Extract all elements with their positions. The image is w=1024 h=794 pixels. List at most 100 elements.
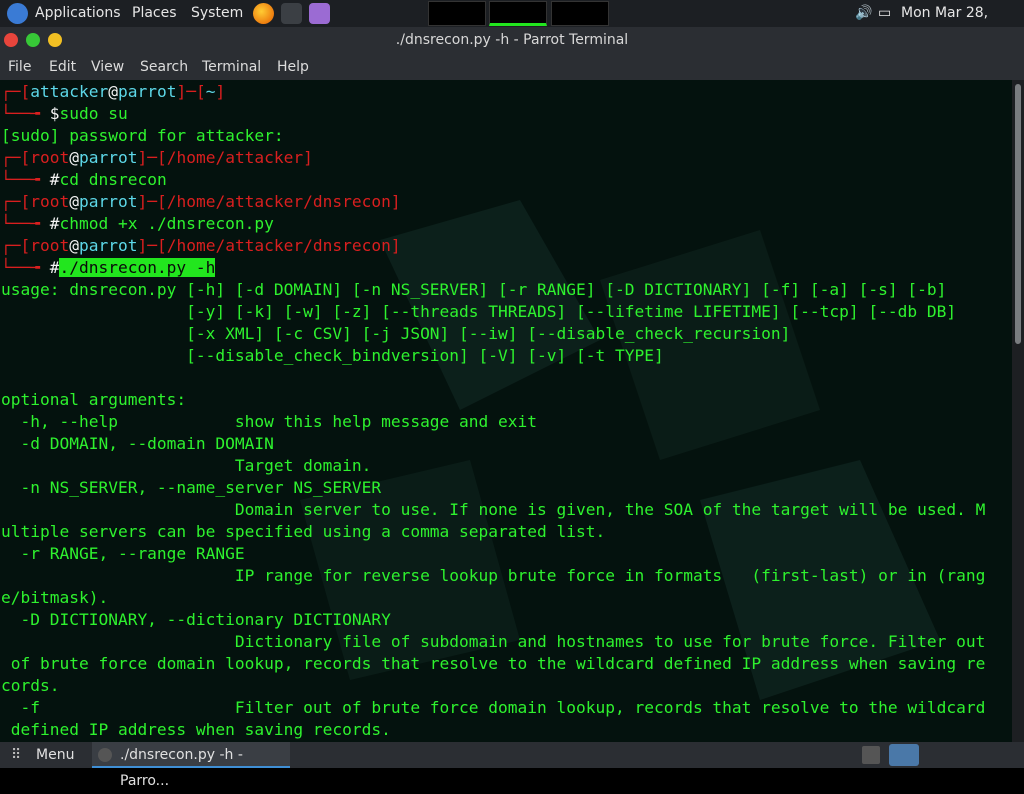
terminal-text: ultiple servers can be specified using a… bbox=[1, 522, 606, 541]
terminal-text: ┌─[ bbox=[1, 192, 31, 211]
terminal-text: cords. bbox=[1, 676, 60, 695]
terminal-text: /home/attacker/dnsrecon bbox=[166, 236, 391, 255]
places-menu[interactable]: Places bbox=[132, 0, 177, 27]
terminal-task-icon bbox=[98, 748, 112, 762]
terminal-text: sudo su bbox=[59, 104, 128, 123]
minimize-icon[interactable] bbox=[48, 33, 62, 47]
terminal-text: └──╼ bbox=[1, 214, 50, 233]
terminal-line: -f Filter out of brute force domain look… bbox=[1, 697, 985, 719]
workspace-3[interactable] bbox=[551, 1, 609, 26]
terminal-text: ┌─[ bbox=[1, 236, 31, 255]
terminal-line: ┌─[root@parrot]─[/home/attacker/dnsrecon… bbox=[1, 191, 401, 213]
terminal-text: -f Filter out of brute force domain look… bbox=[1, 698, 986, 717]
terminal-text: ./dnsrecon.py -h bbox=[59, 258, 216, 277]
terminal-text: of brute force domain lookup, records th… bbox=[1, 654, 986, 673]
terminal-line: -n NS_SERVER, --name_server NS_SERVER bbox=[1, 477, 381, 499]
terminal-text: Dictionary file of subdomain and hostnam… bbox=[1, 632, 986, 651]
bottom-panel: ⠿ Menu ./dnsrecon.py -h - Parro... bbox=[0, 742, 1024, 789]
terminal-line: e/bitmask). bbox=[1, 587, 108, 609]
terminal-line: defined IP address when saving records. bbox=[1, 719, 391, 741]
terminal-text: parrot bbox=[117, 82, 177, 101]
menu-terminal[interactable]: Terminal bbox=[202, 54, 261, 80]
terminal-text: Target domain. bbox=[1, 456, 372, 475]
terminal-text: root bbox=[30, 192, 70, 211]
terminal-text: ] bbox=[390, 236, 401, 255]
terminal-line: optional arguments: bbox=[1, 389, 186, 411]
terminal-line: IP range for reverse lookup brute force … bbox=[1, 565, 985, 587]
terminal-output[interactable]: ┌─[attacker@parrot]─[~] └──╼ $sudo su [sud… bbox=[0, 80, 1012, 742]
close-icon[interactable] bbox=[4, 33, 18, 47]
terminal-text: /home/attacker/dnsrecon bbox=[166, 192, 391, 211]
taskbar-task-label: ./dnsrecon.py -h - Parro... bbox=[120, 747, 243, 789]
terminal-line: ┌─[root@parrot]─[/home/attacker] bbox=[1, 147, 313, 169]
applications-menu[interactable]: Applications bbox=[35, 0, 121, 27]
terminal-text: ]─[ bbox=[137, 236, 167, 255]
menu-button[interactable]: Menu bbox=[36, 742, 74, 768]
terminal-text: root bbox=[30, 148, 70, 167]
system-tray-icon[interactable] bbox=[862, 746, 880, 764]
terminal-text: └──╼ bbox=[1, 170, 50, 189]
top-panel: Applications Places System 🔊 ▭ Mon Mar 2… bbox=[0, 0, 1024, 48]
terminal-line: ┌─[attacker@parrot]─[~] bbox=[1, 81, 225, 103]
menu-view[interactable]: View bbox=[91, 54, 124, 80]
terminal-text: -d DOMAIN, --domain DOMAIN bbox=[1, 434, 274, 453]
terminal-text: attacker bbox=[30, 82, 109, 101]
terminal-tray-icon[interactable] bbox=[889, 744, 919, 766]
terminal-line: -r RANGE, --range RANGE bbox=[1, 543, 244, 565]
terminal-line: [--disable_check_bindversion] [-V] [-v] … bbox=[1, 345, 664, 367]
terminal-line: ┌─[root@parrot]─[/home/attacker/dnsrecon… bbox=[1, 235, 401, 257]
workspace-2[interactable] bbox=[489, 1, 547, 26]
terminal-text: parrot bbox=[78, 236, 138, 255]
terminal-line: usage: dnsrecon.py [-h] [-d DOMAIN] [-n … bbox=[1, 279, 946, 301]
terminal-text: cd dnsrecon bbox=[59, 170, 167, 189]
clock[interactable]: Mon Mar 28, 03:28 bbox=[901, 0, 1024, 48]
terminal-text: [sudo] password for attacker: bbox=[1, 126, 284, 145]
menu-grid-icon[interactable]: ⠿ bbox=[11, 742, 21, 768]
terminal-text: [-x XML] [-c CSV] [-j JSON] [--iw] [--di… bbox=[1, 324, 791, 343]
terminal-text: @ bbox=[108, 82, 118, 101]
terminal-text: parrot bbox=[78, 192, 138, 211]
terminal-text: ]─[ bbox=[137, 192, 167, 211]
terminal-text: optional arguments: bbox=[1, 390, 187, 409]
menu-search[interactable]: Search bbox=[140, 54, 188, 80]
scrollbar-thumb[interactable] bbox=[1015, 84, 1021, 344]
terminal-text: defined IP address when saving records. bbox=[1, 720, 391, 739]
terminal-text: usage: dnsrecon.py [-h] [-d DOMAIN] [-n … bbox=[1, 280, 947, 299]
terminal-text: [-y] [-k] [-w] [-z] [--threads THREADS] … bbox=[1, 302, 957, 321]
window-titlebar[interactable]: ./dnsrecon.py -h - Parrot Terminal bbox=[0, 27, 1024, 54]
terminal-text: @ bbox=[69, 236, 79, 255]
system-menu[interactable]: System bbox=[191, 0, 243, 27]
menu-file[interactable]: File bbox=[8, 54, 31, 80]
terminal-line: -h, --help show this help message and ex… bbox=[1, 411, 537, 433]
maximize-icon[interactable] bbox=[26, 33, 40, 47]
terminal-text: ┌─[ bbox=[1, 82, 31, 101]
terminal-text: e/bitmask). bbox=[1, 588, 109, 607]
terminal-line: [sudo] password for attacker: bbox=[1, 125, 284, 147]
terminal-line: -D DICTIONARY, --dictionary DICTIONARY bbox=[1, 609, 391, 631]
menu-help[interactable]: Help bbox=[277, 54, 309, 80]
terminal-line: Target domain. bbox=[1, 455, 371, 477]
terminal-line: -d DOMAIN, --domain DOMAIN bbox=[1, 433, 274, 455]
terminal-text: -h, --help show this help message and ex… bbox=[1, 412, 538, 431]
terminal-line: Domain server to use. If none is given, … bbox=[1, 499, 985, 521]
terminal-line: [-y] [-k] [-w] [-z] [--threads THREADS] … bbox=[1, 301, 956, 323]
terminal-text: root bbox=[30, 236, 70, 255]
terminal-text: chmod +x ./dnsrecon.py bbox=[59, 214, 274, 233]
terminal-line: cords. bbox=[1, 675, 59, 697]
firefox-icon[interactable] bbox=[253, 3, 274, 24]
parrot-logo-icon[interactable] bbox=[7, 3, 28, 24]
terminal-line: [-x XML] [-c CSV] [-j JSON] [--iw] [--di… bbox=[1, 323, 790, 345]
terminal-line: Dictionary file of subdomain and hostnam… bbox=[1, 631, 985, 653]
workspace-1[interactable] bbox=[428, 1, 486, 26]
volume-icon[interactable]: 🔊 bbox=[855, 0, 872, 27]
terminal-text: @ bbox=[69, 192, 79, 211]
terminal-text: ]─[ bbox=[176, 82, 206, 101]
terminal-text: └──╼ bbox=[1, 258, 50, 277]
text-editor-icon[interactable] bbox=[309, 3, 330, 24]
terminal-text: ┌─[ bbox=[1, 148, 31, 167]
terminal-launcher-icon[interactable] bbox=[281, 3, 302, 24]
terminal-text: -D DICTIONARY, --dictionary DICTIONARY bbox=[1, 610, 391, 629]
display-icon[interactable]: ▭ bbox=[878, 0, 891, 27]
taskbar-terminal-task[interactable]: ./dnsrecon.py -h - Parro... bbox=[92, 742, 290, 789]
menu-edit[interactable]: Edit bbox=[49, 54, 76, 80]
